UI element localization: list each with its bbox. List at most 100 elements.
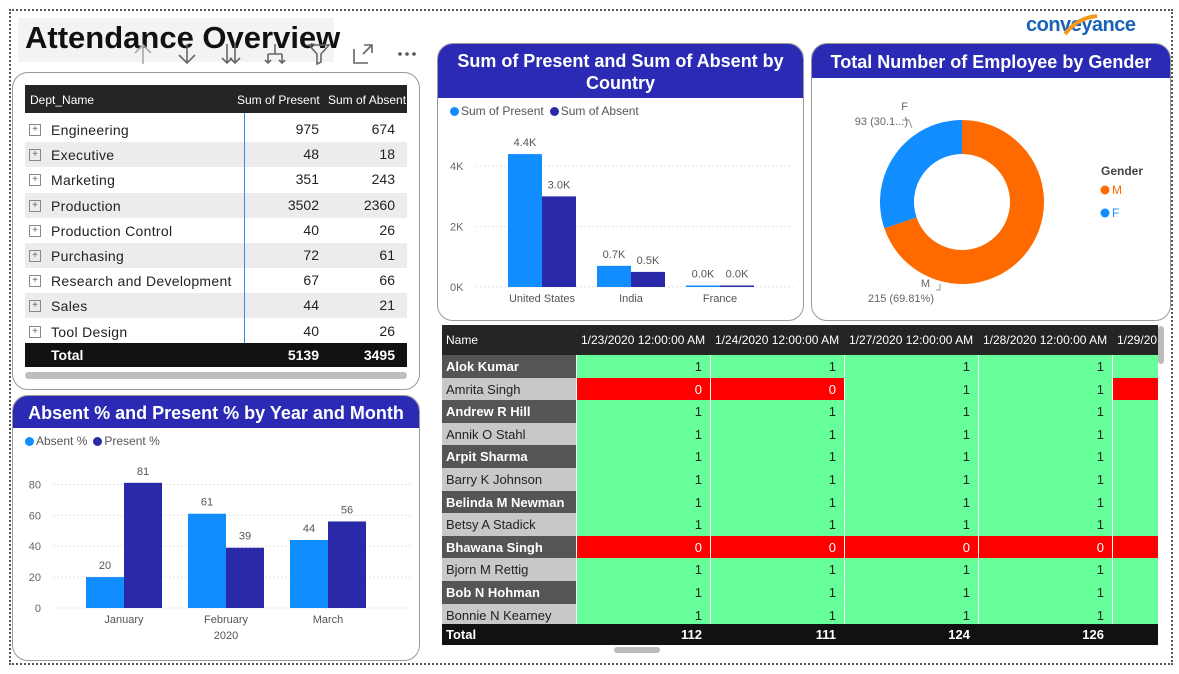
attendance-cell[interactable]: 1: [978, 581, 1112, 604]
focus-mode-icon[interactable]: [348, 39, 378, 69]
expand-icon[interactable]: +: [29, 199, 41, 212]
attendance-cell[interactable]: 1: [844, 513, 978, 536]
attendance-cell[interactable]: 1: [978, 377, 1112, 401]
table-row[interactable]: Bonnie N Kearney 1 1 1 1: [442, 603, 1158, 627]
attendance-cell-partial[interactable]: [1112, 558, 1158, 581]
attendance-cell[interactable]: 1: [710, 490, 844, 514]
attendance-cell[interactable]: 1: [978, 422, 1112, 446]
col-name[interactable]: Name: [446, 333, 478, 347]
bar-absent[interactable]: [542, 196, 576, 287]
attendance-cell-partial[interactable]: [1112, 535, 1158, 559]
bar-present[interactable]: [508, 154, 542, 287]
attendance-cell[interactable]: 1: [844, 445, 978, 468]
attendance-cell[interactable]: 1: [576, 603, 710, 627]
expand-icon[interactable]: +: [29, 275, 41, 288]
vertical-scrollbar[interactable]: [1158, 326, 1164, 364]
attendance-cell[interactable]: 1: [576, 581, 710, 604]
attendance-cell-partial[interactable]: [1112, 490, 1158, 514]
attendance-cell-partial[interactable]: [1112, 603, 1158, 627]
table-row[interactable]: + Purchasing 72 61: [25, 243, 407, 268]
col-dept-name[interactable]: Dept_Name: [30, 93, 94, 107]
attendance-cell[interactable]: 1: [710, 400, 844, 423]
attendance-cell[interactable]: 0: [710, 535, 844, 559]
attendance-cell[interactable]: 1: [710, 581, 844, 604]
attendance-cell-partial[interactable]: [1112, 513, 1158, 536]
attendance-cell[interactable]: 1: [844, 581, 978, 604]
attendance-cell-partial[interactable]: [1112, 581, 1158, 604]
attendance-cell[interactable]: 1: [576, 490, 710, 514]
legend-label[interactable]: F: [1112, 206, 1119, 220]
table-row[interactable]: Bob N Hohman 1 1 1 1: [442, 581, 1158, 604]
col-date-3[interactable]: 1/27/2020 12:00:00 AM: [849, 333, 973, 347]
attendance-cell[interactable]: 1: [710, 558, 844, 581]
filter-icon[interactable]: [304, 39, 334, 69]
horizontal-scrollbar[interactable]: [614, 647, 660, 653]
attendance-cell[interactable]: 1: [978, 558, 1112, 581]
bar-absent[interactable]: [720, 285, 754, 288]
attendance-cell[interactable]: 1: [576, 355, 710, 378]
attendance-cell[interactable]: 1: [844, 422, 978, 446]
col-date-5[interactable]: 1/29/20: [1117, 333, 1157, 347]
col-date-4[interactable]: 1/28/2020 12:00:00 AM: [983, 333, 1107, 347]
table-row[interactable]: Barry K Johnson 1 1 1 1: [442, 468, 1158, 491]
legend-item-absent-pct[interactable]: Absent %: [25, 434, 87, 448]
attendance-cell[interactable]: 1: [710, 513, 844, 536]
attendance-cell[interactable]: 1: [844, 490, 978, 514]
horizontal-scrollbar[interactable]: [25, 372, 407, 379]
table-row[interactable]: + Research and Development 67 66: [25, 268, 407, 293]
attendance-cell[interactable]: 1: [576, 400, 710, 423]
expand-icon[interactable]: +: [29, 174, 41, 187]
bar-absent-pct[interactable]: [188, 513, 226, 608]
col-sum-absent[interactable]: Sum of Absent: [328, 93, 406, 107]
col-date-2[interactable]: 1/24/2020 12:00:00 AM: [715, 333, 839, 347]
table-row[interactable]: Bhawana Singh 0 0 0 0: [442, 535, 1158, 559]
attendance-cell[interactable]: 0: [576, 377, 710, 401]
attendance-cell[interactable]: 1: [844, 377, 978, 401]
legend-item-present-pct[interactable]: Present %: [93, 434, 160, 448]
table-row[interactable]: Alok Kumar 1 1 1 1: [442, 355, 1158, 378]
attendance-cell[interactable]: 1: [710, 468, 844, 491]
attendance-cell-partial[interactable]: [1112, 468, 1158, 491]
attendance-cell[interactable]: 1: [978, 355, 1112, 378]
attendance-cell[interactable]: 1: [978, 468, 1112, 491]
expand-icon[interactable]: +: [29, 300, 41, 313]
table-row[interactable]: Betsy A Stadick 1 1 1 1: [442, 513, 1158, 536]
attendance-cell[interactable]: 1: [844, 355, 978, 378]
legend-item-absent[interactable]: Sum of Absent: [549, 104, 639, 118]
attendance-cell[interactable]: 1: [978, 513, 1112, 536]
attendance-cell[interactable]: 0: [710, 377, 844, 401]
attendance-cell[interactable]: 1: [844, 603, 978, 627]
table-row[interactable]: Amrita Singh 0 0 1 1: [442, 377, 1158, 401]
attendance-cell[interactable]: 1: [576, 422, 710, 446]
legend-label[interactable]: M: [1112, 183, 1122, 197]
table-row[interactable]: + Tool Design 40 26: [25, 319, 407, 344]
drill-down-icon[interactable]: [172, 39, 202, 69]
table-row[interactable]: + Production 3502 2360: [25, 192, 407, 218]
attendance-cell[interactable]: 1: [978, 400, 1112, 423]
bar-present-pct[interactable]: [226, 547, 264, 608]
attendance-cell[interactable]: 1: [576, 558, 710, 581]
attendance-cell[interactable]: 1: [710, 355, 844, 378]
attendance-cell-partial[interactable]: [1112, 355, 1158, 378]
attendance-cell[interactable]: 1: [710, 603, 844, 627]
table-row[interactable]: Andrew R Hill 1 1 1 1: [442, 400, 1158, 423]
legend-item-present[interactable]: Sum of Present: [450, 104, 544, 118]
col-sum-present[interactable]: Sum of Present: [237, 93, 320, 107]
expand-all-down-icon[interactable]: [216, 39, 246, 69]
bar-present-pct[interactable]: [124, 482, 162, 608]
drill-up-icon[interactable]: [128, 39, 158, 69]
expand-icon[interactable]: +: [29, 250, 41, 262]
attendance-cell[interactable]: 1: [576, 513, 710, 536]
attendance-cell[interactable]: 1: [710, 445, 844, 468]
table-row[interactable]: Belinda M Newman 1 1 1 1: [442, 490, 1158, 514]
table-row[interactable]: + Sales 44 21: [25, 293, 407, 319]
attendance-cell[interactable]: 0: [576, 535, 710, 559]
bar-present[interactable]: [686, 285, 720, 288]
bar-absent-pct[interactable]: [290, 540, 328, 608]
expand-icon[interactable]: +: [29, 124, 41, 136]
expand-icon[interactable]: +: [29, 224, 41, 237]
table-row[interactable]: + Marketing 351 243: [25, 167, 407, 192]
table-row[interactable]: Arpit Sharma 1 1 1 1: [442, 445, 1158, 468]
attendance-cell[interactable]: 0: [844, 535, 978, 559]
attendance-cell[interactable]: 1: [710, 422, 844, 446]
